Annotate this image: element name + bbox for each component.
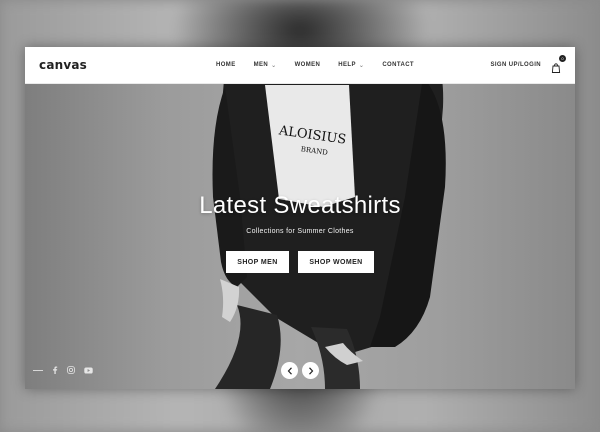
nav-menu: HOME MEN ⌄ WOMEN HELP ⌄ CONTACT <box>199 62 431 69</box>
cart-button[interactable]: 0 <box>551 55 566 73</box>
nav-item-label: MEN <box>253 62 269 68</box>
nav-item-help[interactable]: HELP ⌄ <box>329 62 373 69</box>
youtube-icon[interactable] <box>84 367 93 374</box>
hero-buttons: SHOP MEN SHOP WOMEN <box>25 251 575 273</box>
chevron-down-icon: ⌄ <box>271 62 277 69</box>
prev-slide-button[interactable] <box>281 362 298 379</box>
divider-line <box>33 369 43 371</box>
nav-item-label: HELP <box>338 62 356 68</box>
nav-item-contact[interactable]: CONTACT <box>373 62 423 69</box>
slider-controls <box>281 362 319 379</box>
nav-item-home[interactable]: HOME <box>207 62 245 69</box>
website-frame: ALOISIUS BRAND canvas HOME MEN ⌄ WOMEN H… <box>25 47 575 389</box>
nav-item-label: CONTACT <box>382 62 414 68</box>
signup-login-link[interactable]: SIGN UP/LOGIN <box>490 62 541 68</box>
instagram-icon[interactable] <box>67 366 75 374</box>
site-logo[interactable]: canvas <box>39 58 169 72</box>
hero-subtitle: Collections for Summer Clothes <box>246 228 354 235</box>
chevron-down-icon: ⌄ <box>358 62 365 69</box>
hero-title: Latest Sweatshirts <box>199 192 401 219</box>
next-slide-button[interactable] <box>302 362 319 379</box>
navbar: canvas HOME MEN ⌄ WOMEN HELP ⌄ CONTACT S… <box>25 47 575 84</box>
facebook-icon[interactable] <box>52 366 58 374</box>
shopping-bag-icon <box>551 63 561 73</box>
social-links <box>33 366 93 374</box>
nav-right: SIGN UP/LOGIN 0 <box>431 55 566 73</box>
shop-women-button[interactable]: SHOP WOMEN <box>298 251 374 273</box>
chevron-left-icon <box>287 366 292 375</box>
nav-item-women[interactable]: WOMEN <box>286 62 330 69</box>
nav-item-label: HOME <box>216 62 236 68</box>
cart-count-badge: 0 <box>559 55 566 62</box>
nav-item-label: WOMEN <box>294 62 321 68</box>
nav-item-men[interactable]: MEN ⌄ <box>245 62 286 69</box>
chevron-right-icon <box>308 366 313 375</box>
shop-men-button[interactable]: SHOP MEN <box>226 251 289 273</box>
